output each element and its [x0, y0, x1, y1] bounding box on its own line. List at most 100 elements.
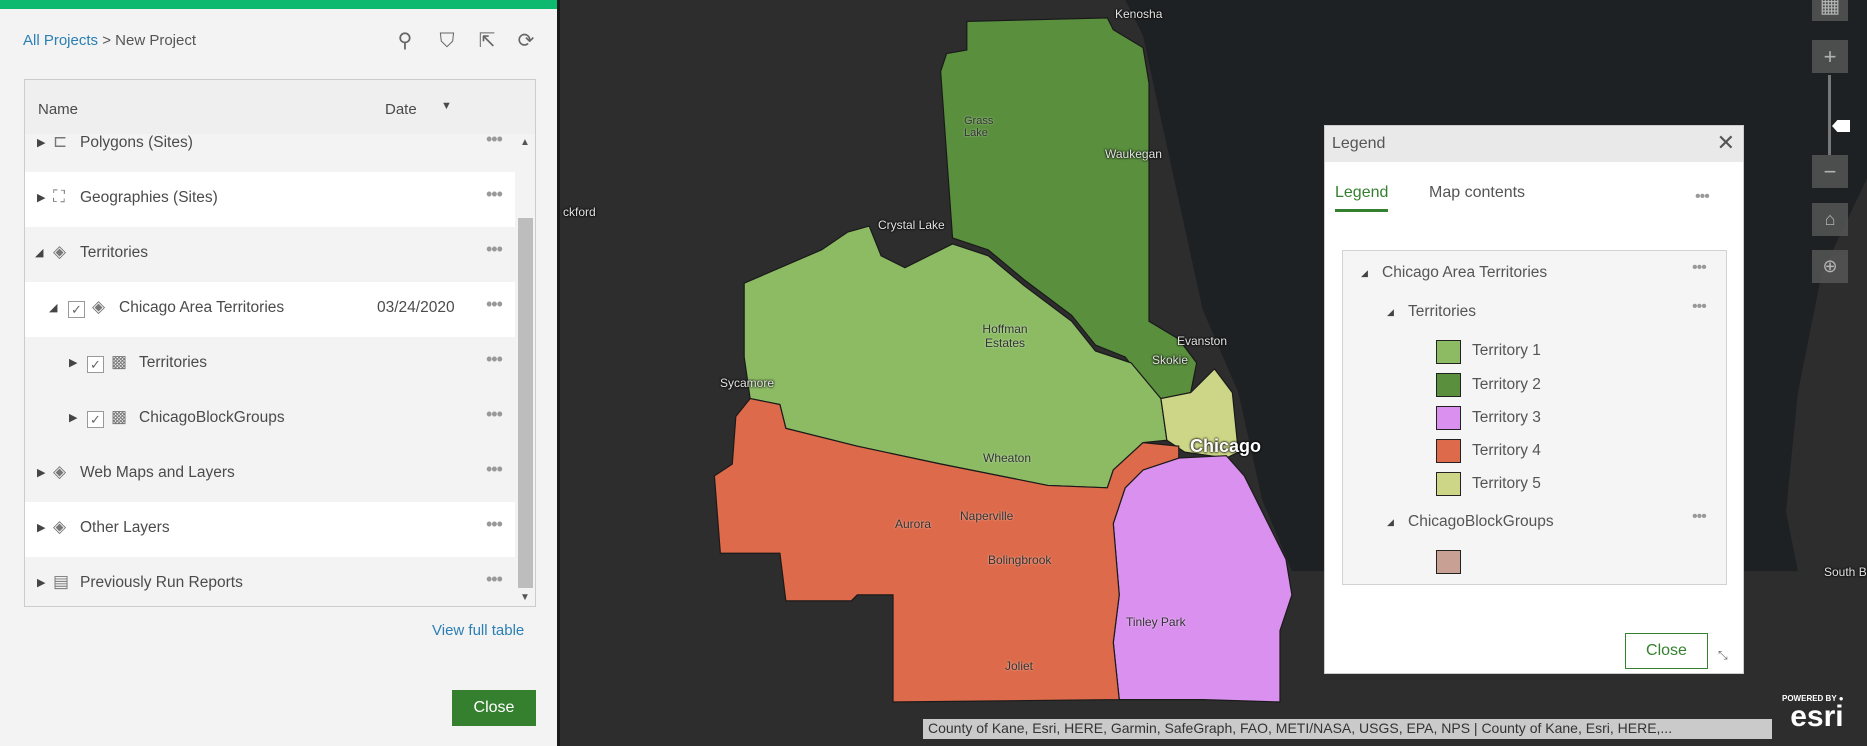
search-icon[interactable]: ⚲: [392, 28, 418, 54]
layers-icon: ◈: [53, 517, 67, 536]
table-row[interactable]: ▶ ◈ Other Layers •••: [25, 502, 515, 557]
tab-legend[interactable]: Legend: [1335, 184, 1389, 212]
basemap-button[interactable]: ▦: [1812, 0, 1848, 21]
map-label: ckford: [563, 205, 596, 219]
map-label: Skokie: [1152, 353, 1189, 367]
map-label: Naperville: [960, 509, 1014, 523]
column-date[interactable]: Date: [385, 101, 417, 118]
scrollbar-thumb[interactable]: [518, 218, 533, 588]
legend-item: Territory 4: [1472, 442, 1541, 459]
home-icon[interactable]: ⌂: [1812, 203, 1848, 236]
more-icon[interactable]: •••: [1692, 298, 1707, 316]
table-row[interactable]: ◢ ◈ Territories •••: [25, 227, 515, 282]
expand-icon[interactable]: ▶: [37, 136, 45, 149]
breadcrumb-all-projects[interactable]: All Projects: [23, 32, 98, 49]
zoom-out-button[interactable]: −: [1812, 155, 1848, 188]
collapse-icon[interactable]: ◢: [1387, 517, 1394, 528]
swatch-territory-3: [1436, 406, 1461, 430]
report-icon: ▤: [53, 572, 70, 591]
swatch-territory-4: [1436, 439, 1461, 463]
more-icon[interactable]: •••: [486, 459, 503, 480]
expand-icon[interactable]: ▶: [37, 576, 45, 589]
close-icon[interactable]: ✕: [1717, 130, 1735, 156]
more-icon[interactable]: •••: [486, 569, 503, 590]
more-icon[interactable]: •••: [486, 349, 503, 370]
row-label: Chicago Area Territories: [119, 299, 285, 316]
table-row[interactable]: ▶ ⊏ Polygons (Sites) •••: [25, 117, 515, 172]
sort-desc-icon[interactable]: ▼: [441, 100, 452, 112]
more-icon[interactable]: •••: [486, 239, 503, 260]
visibility-checkbox[interactable]: ✓: [87, 356, 104, 373]
map-label: South Bend: [1824, 565, 1867, 579]
legend-close-button[interactable]: Close: [1625, 633, 1708, 669]
table-row[interactable]: ▶ ▤ Previously Run Reports •••: [25, 557, 515, 606]
more-icon[interactable]: •••: [486, 184, 503, 205]
feature-layer-icon: ▩: [111, 407, 128, 426]
view-full-table-link[interactable]: View full table: [432, 622, 524, 639]
table-row[interactable]: ▶ ✓ ▩ ChicagoBlockGroups •••: [25, 392, 515, 447]
table-row[interactable]: ◢ ✓ ◈ Chicago Area Territories 03/24/2020 •••: [25, 282, 515, 337]
breadcrumb-current: New Project: [115, 32, 196, 49]
locate-icon[interactable]: ⊕: [1812, 250, 1848, 283]
zoom-slider[interactable]: [1828, 75, 1831, 155]
expand-icon[interactable]: ▶: [37, 191, 45, 204]
row-label: Polygons (Sites): [80, 134, 193, 151]
close-button[interactable]: Close: [452, 690, 536, 726]
legend-item: Territory 3: [1472, 409, 1541, 426]
column-name[interactable]: Name: [38, 101, 78, 118]
row-label: Other Layers: [80, 519, 170, 536]
more-icon[interactable]: •••: [486, 514, 503, 535]
legend-group: Chicago Area Territories: [1382, 264, 1548, 281]
layers-icon: ◈: [53, 462, 67, 481]
tab-map-contents[interactable]: Map contents: [1429, 184, 1525, 202]
table-row[interactable]: ▶ ◈ Web Maps and Layers •••: [25, 447, 515, 502]
expand-icon[interactable]: ▶: [69, 356, 77, 369]
export-icon[interactable]: ⇱: [474, 28, 500, 54]
legend-item: Territory 1: [1472, 342, 1541, 359]
zoom-in-button[interactable]: +: [1812, 40, 1848, 73]
more-icon[interactable]: •••: [1692, 259, 1707, 277]
layers-icon: ◈: [53, 242, 67, 261]
legend-item: Territory 2: [1472, 376, 1541, 393]
scroll-up-icon[interactable]: ▲: [520, 137, 530, 148]
legend-panel: Legend ✕ Legend Map contents ••• ◢ Chicag…: [1324, 125, 1744, 674]
map-label: Sycamore: [720, 376, 775, 390]
swatch-block-groups: [1436, 550, 1461, 574]
accent-bar: [0, 0, 557, 9]
more-icon[interactable]: •••: [486, 404, 503, 425]
expand-icon[interactable]: ▶: [69, 411, 77, 424]
more-icon[interactable]: •••: [486, 129, 503, 150]
row-label: Territories: [139, 354, 208, 371]
filter-icon[interactable]: ⛉: [434, 28, 460, 54]
table-scrollbar[interactable]: ▲ ▼: [516, 134, 535, 606]
legend-item: Territory 5: [1472, 475, 1541, 492]
resize-icon[interactable]: ⤡: [1718, 648, 1728, 663]
table-row[interactable]: ▶ ✓ ▩ Territories •••: [25, 337, 515, 392]
more-icon[interactable]: •••: [1695, 188, 1710, 206]
map-label: Aurora: [895, 517, 932, 531]
more-icon[interactable]: •••: [1692, 508, 1707, 526]
collapse-icon[interactable]: ◢: [1361, 268, 1368, 279]
legend-title: Legend: [1332, 135, 1386, 152]
row-label: Territories: [80, 244, 149, 261]
expand-icon[interactable]: ▶: [37, 521, 45, 534]
collapse-icon[interactable]: ◢: [1387, 307, 1394, 318]
table-row[interactable]: ▶ ⛶ Geographies (Sites) •••: [25, 172, 515, 227]
refresh-icon[interactable]: ⟳: [513, 28, 539, 54]
expand-icon[interactable]: ▶: [37, 466, 45, 479]
legend-header: Legend ✕: [1325, 126, 1743, 162]
visibility-checkbox[interactable]: ✓: [87, 411, 104, 428]
map-label: Evanston: [1177, 334, 1228, 348]
more-icon[interactable]: •••: [486, 294, 503, 315]
visibility-checkbox[interactable]: ✓: [68, 301, 85, 318]
feature-layer-icon: ▩: [111, 352, 128, 371]
legend-layer: Territories: [1408, 303, 1477, 320]
map-attribution: County of Kane, Esri, HERE, Garmin, Safe…: [923, 719, 1772, 739]
collapse-icon[interactable]: ◢: [35, 246, 43, 259]
row-label: ChicagoBlockGroups: [139, 409, 285, 426]
scroll-down-icon[interactable]: ▼: [520, 592, 530, 603]
map-label: Joliet: [1005, 659, 1034, 673]
breadcrumb: All Projects > New Project: [23, 32, 196, 49]
polygon-icon: ⊏: [53, 132, 68, 151]
collapse-icon[interactable]: ◢: [49, 301, 57, 314]
